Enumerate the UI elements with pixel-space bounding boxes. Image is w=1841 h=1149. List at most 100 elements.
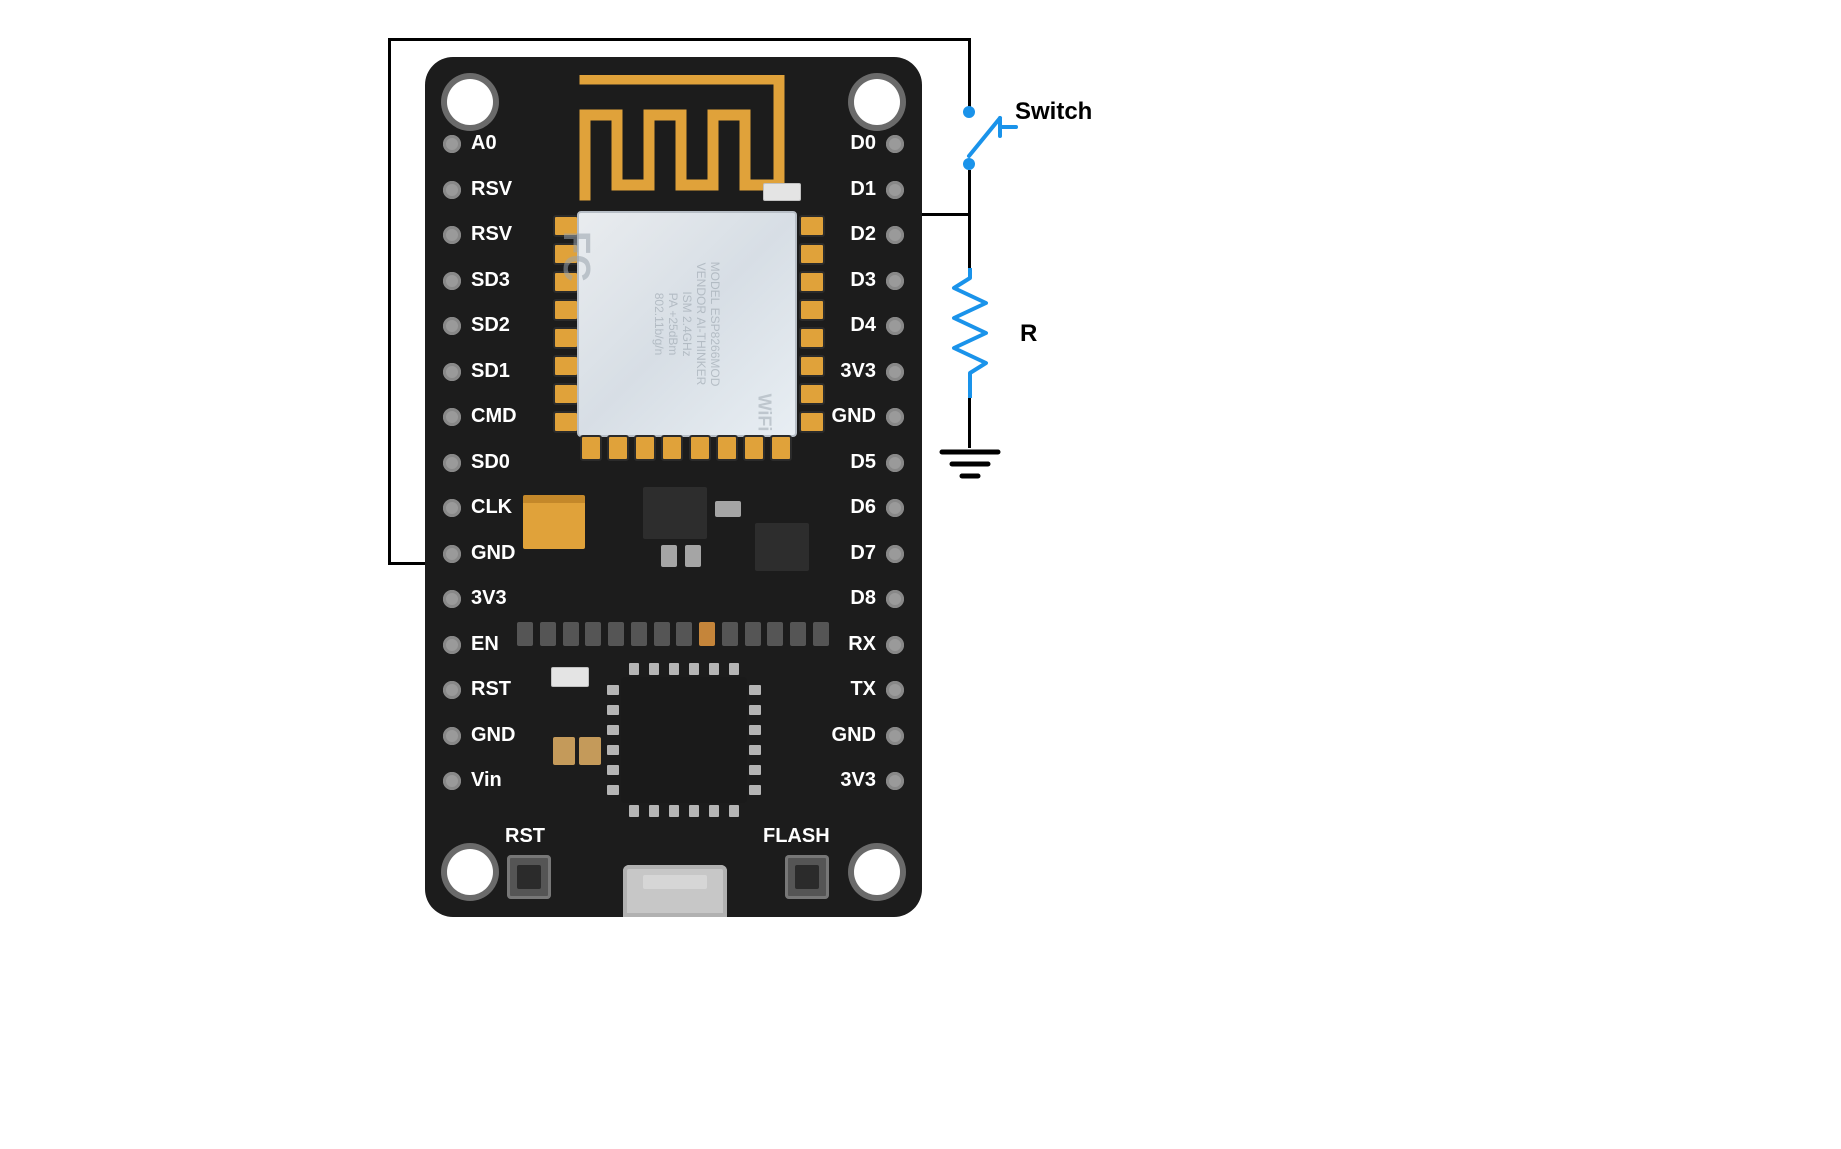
micro-usb-port[interactable] [623, 865, 727, 917]
flash-button-label: FLASH [763, 825, 830, 848]
pin-label-right-d4: D4 [850, 314, 876, 337]
pin-label-left-cmd: CMD [471, 405, 517, 428]
wire-r-to-gnd [968, 398, 971, 448]
regulator-ic [643, 487, 707, 539]
pin-label-right-d8: D8 [850, 587, 876, 610]
pin-left-gnd[interactable] [443, 545, 461, 563]
ground-icon [938, 446, 1002, 486]
pin-label-right-gnd: GND [832, 724, 876, 747]
flash-button[interactable] [785, 855, 829, 899]
pin-left-clk[interactable] [443, 499, 461, 517]
pin-label-left-rsv: RSV [471, 223, 512, 246]
pin-label-right-3v3: 3V3 [840, 769, 876, 792]
pin-right-d6[interactable] [886, 499, 904, 517]
pin-label-right-d7: D7 [850, 542, 876, 565]
pin-label-left-vin: Vin [471, 769, 502, 792]
wire-3v3-down-to-switch [968, 38, 971, 108]
pin-left-vin[interactable] [443, 772, 461, 790]
mount-hole-br [854, 849, 900, 895]
pin-label-left-gnd: GND [471, 724, 515, 747]
pin-left-sd0[interactable] [443, 454, 461, 472]
pin-right-d5[interactable] [886, 454, 904, 472]
pin-right-gnd[interactable] [886, 408, 904, 426]
pin-left-gnd[interactable] [443, 727, 461, 745]
pin-label-right-d0: D0 [850, 132, 876, 155]
pin-right-d8[interactable] [886, 590, 904, 608]
pin-label-left-3v3: 3V3 [471, 587, 507, 610]
pin-label-left-en: EN [471, 633, 499, 656]
header-row [517, 622, 829, 646]
pin-right-d0[interactable] [886, 135, 904, 153]
pin-label-right-rx: RX [848, 633, 876, 656]
pin-left-cmd[interactable] [443, 408, 461, 426]
pin-label-left-a0: A0 [471, 132, 497, 155]
mount-hole-bl [447, 849, 493, 895]
pin-label-left-sd1: SD1 [471, 360, 510, 383]
wire-junction-to-r [968, 213, 971, 268]
smd-cap-2 [551, 667, 589, 687]
pin-right-gnd[interactable] [886, 727, 904, 745]
pin-label-right-d2: D2 [850, 223, 876, 246]
mount-hole-tl [447, 79, 493, 125]
module-pads-bottom [580, 435, 792, 461]
qfn-pads-top [629, 663, 739, 675]
pin-label-left-rst: RST [471, 678, 511, 701]
pin-label-left-gnd: GND [471, 542, 515, 565]
switch-label: Switch [1015, 98, 1092, 126]
usb-serial-chip [621, 677, 747, 803]
mount-hole-tr [854, 79, 900, 125]
module-pads-right [799, 215, 817, 433]
rst-button-label: RST [505, 825, 545, 848]
tantalum-cap [523, 495, 585, 549]
rst-button[interactable] [507, 855, 551, 899]
pin-left-rst[interactable] [443, 681, 461, 699]
pin-right-rx[interactable] [886, 636, 904, 654]
pin-right-d4[interactable] [886, 317, 904, 335]
wire-switch-to-d2-v [968, 170, 971, 215]
smd-cap-1 [763, 183, 801, 201]
pin-label-left-sd3: SD3 [471, 269, 510, 292]
resistor-label: R [1020, 320, 1037, 348]
qfn-pads-right [749, 685, 761, 795]
pin-label-right-d1: D1 [850, 178, 876, 201]
pin-right-d7[interactable] [886, 545, 904, 563]
smd-part-3 [715, 501, 741, 517]
wire-3v3-top [388, 38, 970, 41]
pin-right-d2[interactable] [886, 226, 904, 244]
smd-res-2 [553, 737, 575, 765]
pin-left-sd2[interactable] [443, 317, 461, 335]
pin-right-d3[interactable] [886, 272, 904, 290]
pin-label-right-d3: D3 [850, 269, 876, 292]
qfn-pads-left [607, 685, 619, 795]
smd-res-1 [579, 737, 601, 765]
fcc-mark: FC [554, 231, 597, 282]
transistor-1 [755, 523, 809, 571]
switch-terminal-bottom [963, 158, 975, 170]
switch-icon [960, 106, 1020, 162]
pin-right-tx[interactable] [886, 681, 904, 699]
pin-left-rsv[interactable] [443, 181, 461, 199]
pin-right-3v3[interactable] [886, 772, 904, 790]
pin-label-left-rsv: RSV [471, 178, 512, 201]
pin-label-right-d6: D6 [850, 496, 876, 519]
pin-left-rsv[interactable] [443, 226, 461, 244]
pin-label-left-sd0: SD0 [471, 451, 510, 474]
wifi-icon: WiFi [754, 394, 775, 432]
smd-part-2 [685, 545, 701, 567]
pin-label-left-clk: CLK [471, 496, 512, 519]
pin-label-right-3v3: 3V3 [840, 360, 876, 383]
pin-right-3v3[interactable] [886, 363, 904, 381]
pin-left-sd3[interactable] [443, 272, 461, 290]
pin-label-left-sd2: SD2 [471, 314, 510, 337]
pin-label-right-tx: TX [850, 678, 876, 701]
pin-left-3v3[interactable] [443, 590, 461, 608]
nodemcu-board: FC MODEL ESP8266MOD VENDOR AI-THINKER IS… [425, 57, 922, 917]
resistor-icon [948, 268, 992, 398]
pin-right-d1[interactable] [886, 181, 904, 199]
qfn-pads-bottom [629, 805, 739, 817]
pin-left-sd1[interactable] [443, 363, 461, 381]
pin-left-a0[interactable] [443, 135, 461, 153]
pin-left-en[interactable] [443, 636, 461, 654]
module-text: MODEL ESP8266MOD VENDOR AI-THINKER ISM 2… [652, 262, 722, 387]
esp8266-module: FC MODEL ESP8266MOD VENDOR AI-THINKER IS… [577, 211, 797, 437]
